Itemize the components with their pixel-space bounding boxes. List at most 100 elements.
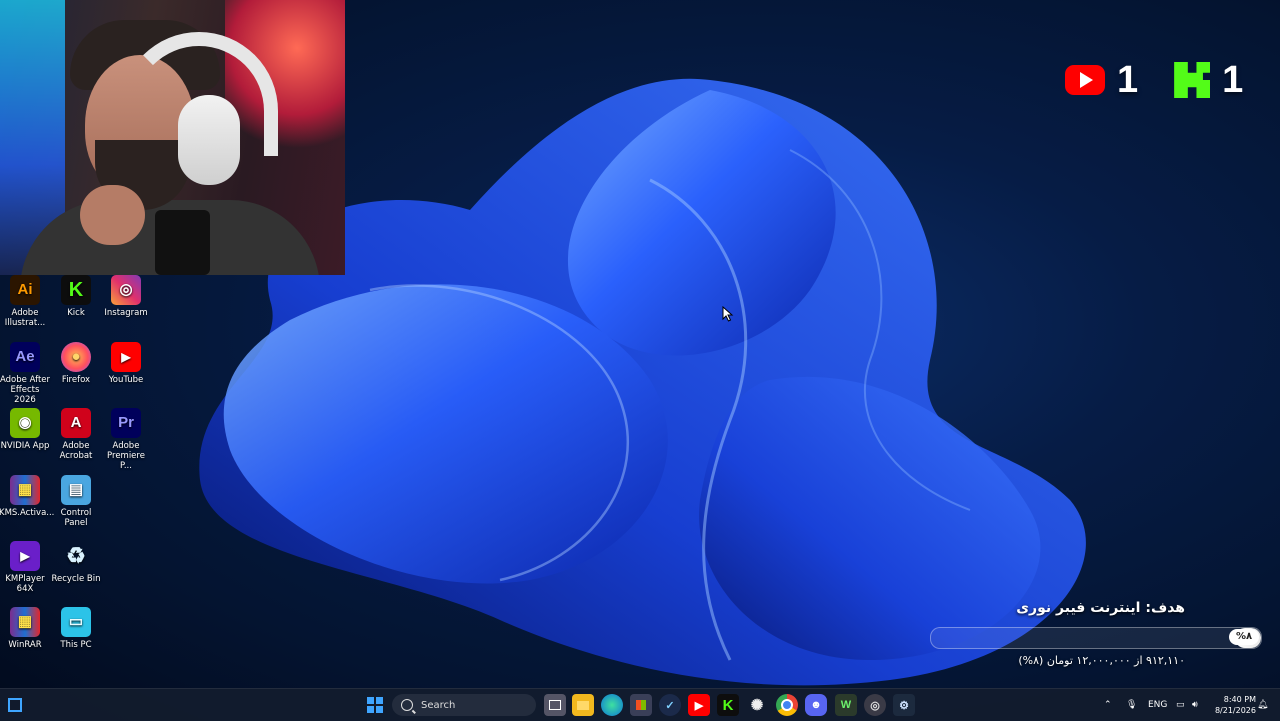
premiere-icon: Pr: [111, 408, 141, 438]
youtube-icon: [1065, 65, 1105, 95]
donation-goal-widget: هدف: اینترنت فیبر نوری %۸ ۹۱۲,۱۱۰ از ۱۲,…: [925, 596, 1265, 680]
desktop-icon-this-pc[interactable]: ▭ This PC: [50, 607, 102, 650]
microphone-icon: 🎙︎: [1126, 700, 1138, 710]
after-effects-icon: Ae: [10, 342, 40, 372]
microphone-button[interactable]: 🎙︎: [1126, 689, 1137, 721]
acrobat-icon: A: [61, 408, 91, 438]
kick-icon: [1174, 62, 1211, 98]
desktop-icon-label: Adobe After Effects 2026: [0, 375, 50, 405]
kick-icon: K: [722, 696, 734, 714]
desktop-icon-control-panel[interactable]: ▤ Control Panel: [50, 475, 102, 528]
chatgpt-icon: ✺: [750, 697, 764, 714]
webcam-overlay: [0, 0, 345, 275]
clock-time: 8:40 PM: [1223, 695, 1256, 704]
file-explorer-button[interactable]: [572, 694, 594, 716]
obs-button[interactable]: ◎: [864, 694, 886, 716]
widgets-button[interactable]: [4, 694, 26, 716]
edge-button[interactable]: [601, 694, 623, 716]
desktop-icon-kms[interactable]: ▦ KMS.Activa...: [0, 475, 55, 518]
desktop-icon-kmplayer[interactable]: ▶ KMPlayer 64X: [0, 541, 51, 594]
desktop-icon-label: Control Panel: [60, 508, 92, 528]
whatsapp-icon: W: [840, 699, 852, 711]
recycle-bin-icon: ♻: [66, 543, 86, 568]
youtube-count: 1: [1117, 58, 1139, 101]
control-panel-icon: ▤: [61, 475, 91, 505]
desktop-icon-acrobat[interactable]: A Adobe Acrobat: [50, 408, 102, 461]
volume-button[interactable]: 🔊︎: [1192, 689, 1198, 721]
goal-progress-bar: [930, 627, 1262, 649]
desktop-icon-label: This PC: [60, 640, 92, 650]
store-icon: [636, 700, 646, 710]
discord-icon: ☻: [810, 699, 822, 711]
desktop-icon-after-effects[interactable]: Ae Adobe After Effects 2026: [0, 342, 51, 405]
app-v-icon: ✓: [665, 699, 675, 712]
steam-button[interactable]: ⚙: [893, 694, 915, 716]
instagram-icon: ◎: [111, 275, 141, 305]
nvidia-icon: ◉: [10, 408, 40, 438]
kick-count: 1: [1222, 58, 1244, 101]
widgets-icon: [8, 698, 22, 712]
kick-taskbar-button[interactable]: K: [717, 694, 739, 716]
desktop-icon-kick[interactable]: K Kick: [50, 275, 102, 318]
start-button[interactable]: [364, 694, 386, 716]
desktop-icon-winrar[interactable]: ▦ WinRAR: [0, 607, 51, 650]
desktop-icon-firefox[interactable]: ● Firefox: [50, 342, 102, 385]
desktop-icon-label: NVIDIA App: [0, 441, 50, 451]
folder-icon: [577, 700, 589, 710]
language-label: ENG: [1148, 700, 1168, 710]
desktop-icon-label: Adobe Acrobat: [59, 441, 93, 461]
chatgpt-button[interactable]: ✺: [746, 694, 768, 716]
youtube-taskbar-button[interactable]: ▶: [688, 694, 710, 716]
clock-date: 8/21/2026: [1214, 706, 1256, 715]
whatsapp-button[interactable]: W: [835, 694, 857, 716]
language-indicator[interactable]: ENG: [1148, 689, 1167, 721]
youtube-icon: ▶: [694, 699, 704, 712]
chrome-button[interactable]: [776, 694, 798, 716]
store-button[interactable]: [630, 694, 652, 716]
winrar-icon: ▦: [10, 607, 40, 637]
goal-subtitle: ۹۱۲,۱۱۰ از ۱۲,۰۰۰,۰۰۰ تومان (۸%): [1018, 654, 1185, 667]
desktop-icon-label: Adobe Premiere P...: [107, 441, 145, 471]
desktop-icon-youtube[interactable]: ▶ YouTube: [100, 342, 152, 385]
search-placeholder: Search: [421, 699, 456, 711]
desktop-icon-label: Adobe Illustrat...: [4, 308, 46, 328]
goal-title: هدف: اینترنت فیبر نوری: [1016, 600, 1185, 616]
chevron-up-icon: ⌃: [1104, 700, 1112, 710]
notifications-button[interactable]: 🔔︎: [1257, 689, 1268, 721]
desktop-icon-nvidia[interactable]: ◉ NVIDIA App: [0, 408, 51, 451]
desktop-icon-instagram[interactable]: ◎ Instagram: [100, 275, 152, 318]
desktop-icon-label: KMS.Activa...: [0, 508, 55, 518]
discord-button[interactable]: ☻: [805, 694, 827, 716]
app-button-v[interactable]: ✓: [659, 694, 681, 716]
search-icon: [401, 699, 413, 711]
this-pc-icon: ▭: [61, 607, 91, 637]
windows-icon: [367, 697, 383, 713]
kmplayer-icon: ▶: [10, 541, 40, 571]
desktop-icon-label: Instagram: [104, 308, 148, 318]
desktop-icon-label: KMPlayer 64X: [5, 574, 45, 594]
task-view-icon: [549, 700, 561, 710]
firefox-icon: ●: [61, 342, 91, 372]
social-counters: 1 1: [1065, 58, 1243, 102]
network-button[interactable]: ▭: [1176, 689, 1185, 721]
desktop-icon-label: Firefox: [61, 375, 91, 385]
goal-percent-badge: %۸: [1229, 629, 1259, 645]
clock[interactable]: 8:40 PM 8/21/2026: [1210, 694, 1256, 716]
desktop-icon-illustrator[interactable]: Ai Adobe Illustrat...: [0, 275, 51, 328]
illustrator-icon: Ai: [10, 275, 40, 305]
desktop-icon-premiere[interactable]: Pr Adobe Premiere P...: [100, 408, 152, 471]
bell-icon: 🔔︎: [1257, 700, 1269, 710]
youtube-icon: ▶: [111, 342, 141, 372]
desktop-icon-label: Kick: [67, 308, 85, 318]
desktop-icon-label: WinRAR: [8, 640, 42, 650]
desktop-icon-label: YouTube: [108, 375, 144, 385]
desktop-icon-label: Recycle Bin: [51, 574, 101, 584]
desktop-icon-recycle-bin[interactable]: ♻ Recycle Bin: [50, 541, 102, 585]
steam-icon: ⚙: [899, 699, 909, 712]
chrome-icon: [781, 699, 793, 711]
network-icon: ▭: [1176, 700, 1185, 710]
taskbar-search[interactable]: Search: [392, 694, 536, 716]
mouse-cursor-icon: [722, 306, 734, 322]
tray-overflow-button[interactable]: ⌃: [1104, 689, 1112, 721]
task-view-button[interactable]: [544, 694, 566, 716]
